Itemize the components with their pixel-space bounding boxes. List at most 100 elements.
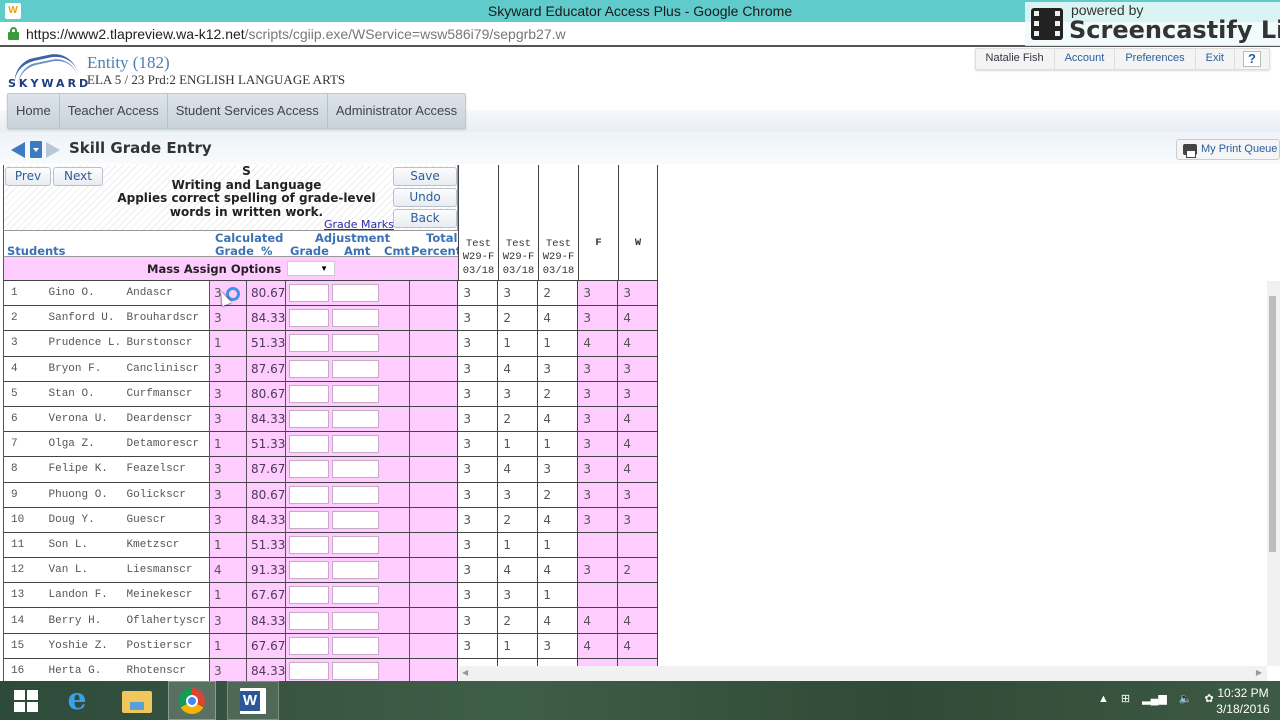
test-3-score[interactable]: 4 [537, 506, 578, 533]
tab-teacher-access[interactable]: Teacher Access [60, 94, 168, 128]
test-3-score[interactable]: 2 [537, 481, 578, 508]
mass-assign-select[interactable]: ▼ [287, 261, 335, 276]
w-score[interactable] [617, 582, 659, 608]
test-3-score[interactable]: 3 [537, 456, 578, 482]
f-score[interactable]: 3 [577, 305, 618, 331]
adjustment-amount-input[interactable] [332, 535, 380, 554]
grade-marks-link[interactable]: Grade Marks [324, 218, 394, 231]
f-score[interactable]: 3 [577, 481, 618, 508]
test-2-score[interactable]: 3 [497, 279, 538, 306]
w-score[interactable]: 3 [617, 481, 659, 508]
adjustment-grade-input[interactable] [289, 359, 330, 378]
adjustment-amount-input[interactable] [332, 435, 380, 454]
adjustment-amount-input[interactable] [332, 586, 380, 605]
f-score[interactable]: 4 [577, 330, 618, 357]
test-1-score[interactable]: 3 [457, 456, 498, 482]
f-score[interactable]: 3 [577, 456, 618, 482]
test-1-score[interactable]: 3 [457, 305, 498, 331]
test-3-score[interactable]: 1 [537, 531, 578, 558]
f-score[interactable]: 3 [577, 380, 618, 407]
test-3-score[interactable]: 3 [537, 632, 578, 659]
w-score[interactable] [617, 531, 659, 558]
test-2-score[interactable]: 4 [497, 355, 538, 382]
volume-icon[interactable]: 🔈 [1179, 692, 1193, 705]
test-2-score[interactable]: 1 [497, 632, 538, 659]
vertical-scroll-thumb[interactable] [1269, 296, 1276, 552]
history-dropdown-icon[interactable] [30, 141, 42, 158]
test-1-score[interactable]: 3 [457, 632, 498, 659]
undo-button[interactable]: Undo [393, 188, 457, 207]
save-button[interactable]: Save [393, 167, 457, 186]
tab-home[interactable]: Home [8, 94, 60, 128]
test-1-score[interactable]: 3 [457, 607, 498, 634]
f-score[interactable] [577, 531, 618, 558]
test-2-score[interactable]: 2 [497, 506, 538, 533]
adjustment-amount-input[interactable] [332, 460, 380, 479]
adjustment-grade-input[interactable] [289, 460, 330, 479]
help-icon[interactable]: ? [1243, 51, 1261, 67]
url-text[interactable]: https://www2.tlapreview.wa-k12.net/scrip… [26, 26, 566, 42]
w-score[interactable]: 3 [617, 279, 659, 306]
w-score[interactable]: 3 [617, 355, 659, 382]
f-score[interactable]: 3 [577, 355, 618, 382]
test-2-score[interactable]: 3 [497, 582, 538, 608]
adjustment-grade-input[interactable] [289, 284, 330, 303]
w-score[interactable]: 3 [617, 506, 659, 533]
test-3-score[interactable]: 2 [537, 279, 578, 306]
test-1-score[interactable]: 3 [457, 405, 498, 432]
scroll-right-icon[interactable]: ▶ [1256, 668, 1262, 677]
prev-button[interactable]: Prev [5, 167, 51, 186]
network-signal-icon[interactable]: ▂▄▆ [1142, 692, 1167, 705]
f-score[interactable]: 4 [577, 632, 618, 659]
test-2-score[interactable]: 2 [497, 607, 538, 634]
test-2-score[interactable]: 1 [497, 531, 538, 558]
show-hidden-icons-icon[interactable]: ▲ [1098, 693, 1109, 705]
preferences-link[interactable]: Preferences [1115, 48, 1196, 70]
back-button[interactable]: Back [393, 209, 457, 228]
w-score[interactable]: 3 [617, 380, 659, 407]
test-2-score[interactable]: 3 [497, 380, 538, 407]
test-1-score[interactable]: 3 [457, 531, 498, 558]
test-3-score[interactable]: 4 [537, 557, 578, 583]
word-taskbar-button[interactable]: W [227, 681, 279, 720]
test-3-score[interactable]: 4 [537, 405, 578, 432]
chrome-taskbar-button[interactable] [168, 681, 216, 720]
test-1-score[interactable]: 3 [457, 380, 498, 407]
adjustment-grade-input[interactable] [289, 435, 330, 454]
test-2-score[interactable]: 4 [497, 557, 538, 583]
next-button[interactable]: Next [53, 167, 103, 186]
internet-explorer-icon[interactable]: e [62, 685, 92, 716]
adjustment-grade-input[interactable] [289, 410, 330, 429]
tab-administrator-access[interactable]: Administrator Access [328, 94, 465, 128]
adjustment-grade-input[interactable] [289, 586, 330, 605]
test-2-score[interactable]: 1 [497, 431, 538, 457]
test-1-score[interactable]: 3 [457, 557, 498, 583]
test-2-score[interactable]: 4 [497, 456, 538, 482]
w-score[interactable]: 2 [617, 557, 659, 583]
test-2-score[interactable]: 3 [497, 481, 538, 508]
w-score[interactable]: 4 [617, 405, 659, 432]
f-score[interactable]: 3 [577, 405, 618, 432]
adjustment-grade-input[interactable] [289, 636, 330, 655]
test-3-score[interactable]: 4 [537, 607, 578, 634]
horizontal-scrollbar[interactable]: ◀ ▶ [459, 666, 1267, 681]
f-score[interactable]: 4 [577, 607, 618, 634]
account-link[interactable]: Account [1055, 48, 1116, 70]
test-3-score[interactable]: 1 [537, 330, 578, 357]
test-1-score[interactable]: 3 [457, 582, 498, 608]
action-center-icon[interactable]: ⊞ [1121, 692, 1130, 705]
test-3-score[interactable]: 4 [537, 305, 578, 331]
f-score[interactable]: 3 [577, 431, 618, 457]
adjustment-amount-input[interactable] [332, 611, 380, 630]
w-score[interactable]: 4 [617, 431, 659, 457]
adjustment-grade-input[interactable] [289, 510, 330, 529]
adjustment-amount-input[interactable] [332, 334, 380, 353]
w-score[interactable]: 4 [617, 607, 659, 634]
windows-start-icon[interactable] [14, 690, 38, 712]
test-1-score[interactable]: 3 [457, 481, 498, 508]
taskbar-clock[interactable]: 10:32 PM 3/18/2016 [1213, 685, 1273, 717]
test-2-score[interactable]: 2 [497, 405, 538, 432]
adjustment-amount-input[interactable] [332, 410, 380, 429]
test-2-score[interactable]: 1 [497, 330, 538, 357]
adjustment-grade-input[interactable] [289, 662, 330, 681]
